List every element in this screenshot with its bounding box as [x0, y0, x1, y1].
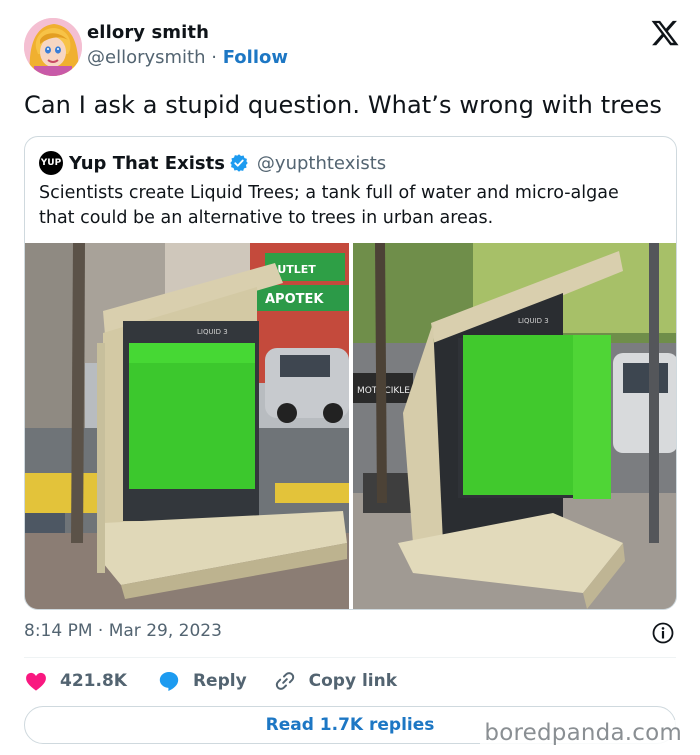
shop-sign-apotek: APOTEK	[265, 292, 324, 307]
author-handle-row: @ellorysmith · Follow	[87, 47, 288, 68]
tweet-header: ellory smith @ellorysmith · Follow	[24, 18, 684, 78]
reply-label: Reply	[192, 671, 247, 691]
quoted-media[interactable]: OUTLET APOTEK LIQUID 3 LIQUID 3	[25, 243, 677, 610]
quoted-header: YUP Yup That Exists @yupthtexists	[39, 151, 386, 175]
tweet-actions: 421.8K Reply Copy link	[24, 667, 397, 695]
like-count: 421.8K	[60, 671, 127, 691]
reply-button[interactable]: Reply	[157, 669, 247, 693]
info-icon[interactable]	[651, 621, 675, 645]
link-icon	[275, 672, 294, 690]
tank-label-right: LIQUID 3	[518, 317, 549, 325]
follow-button[interactable]: Follow	[223, 47, 288, 68]
liquid-tree-photo-left[interactable]: OUTLET APOTEK LIQUID 3	[25, 243, 349, 610]
copy-link-label: Copy link	[308, 671, 398, 691]
tweet-time: 8:14 PM	[24, 621, 93, 641]
watermark: boredpanda.com	[480, 720, 686, 746]
liquid-tree-photo-right[interactable]: MOTOCIKLE LIQUID 3	[353, 243, 677, 610]
tank-label-left: LIQUID 3	[197, 328, 228, 336]
tweet-date: Mar 29, 2023	[108, 621, 222, 641]
avatar[interactable]	[24, 18, 82, 76]
quoted-tweet-text: Scientists create Liquid Trees; a tank f…	[39, 183, 619, 228]
x-logo-icon[interactable]	[650, 18, 680, 48]
heart-icon	[26, 672, 46, 691]
divider	[24, 657, 676, 658]
copy-link-button[interactable]: Copy link	[273, 669, 397, 693]
separator: ·	[97, 621, 104, 641]
reply-bubble-icon	[159, 672, 179, 691]
quoted-avatar: YUP	[39, 151, 63, 175]
quoted-tweet[interactable]: YUP Yup That Exists @yupthtexists Scient…	[24, 136, 677, 610]
verified-badge-icon	[230, 154, 248, 172]
quoted-author-name: Yup That Exists	[69, 152, 225, 174]
separator: ·	[211, 47, 217, 68]
tweet-text: Can I ask a stupid question. What’s wron…	[24, 91, 663, 119]
like-button[interactable]: 421.8K	[24, 669, 127, 693]
timestamp[interactable]: 8:14 PM · Mar 29, 2023	[24, 621, 222, 641]
quoted-author-handle: @yupthtexists	[256, 152, 387, 174]
author-handle[interactable]: @ellorysmith	[87, 47, 206, 68]
author-name[interactable]: ellory smith	[87, 22, 209, 43]
